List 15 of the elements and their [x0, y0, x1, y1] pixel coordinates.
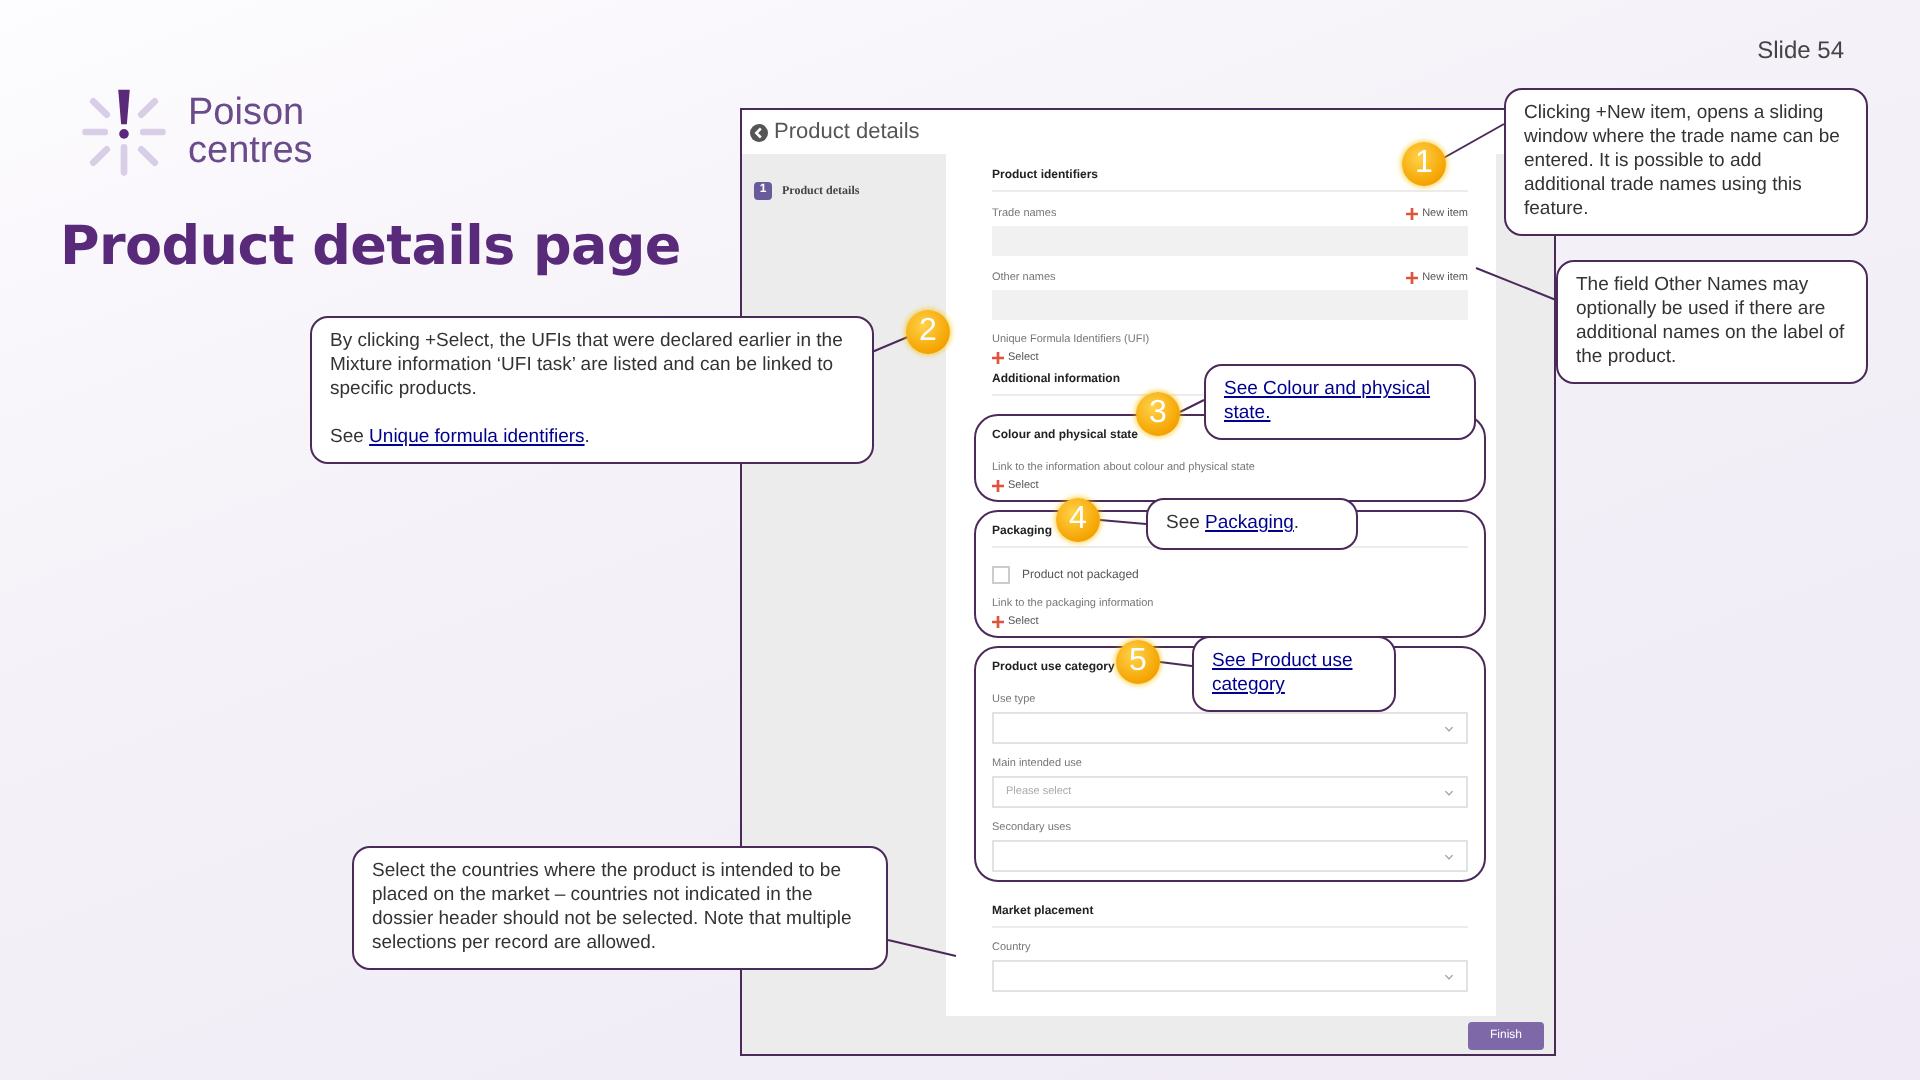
link[interactable]: See Product use category	[1212, 650, 1376, 698]
page-title: Product details	[774, 120, 920, 144]
callout-text: See Packaging.	[1166, 512, 1302, 536]
link[interactable]: Unique formula identifiers	[369, 426, 585, 448]
link[interactable]: See Colour and physical state.	[1224, 378, 1456, 426]
callout-text: The field Other Names may optionally be used if there are additional names on the label of the product.	[1576, 274, 1847, 370]
link[interactable]: Packaging	[1205, 512, 1294, 534]
callout-text: Clicking +New item, opens a sliding window where the trade name can be entered. It is possible to add additional trade names using this feature.	[1524, 102, 1842, 222]
slide-title: Product details page	[60, 216, 681, 278]
logo-text: Poison	[188, 94, 307, 132]
callout-text: By clicking +Select, the UFIs that were declared earlier in the Mixture information ‘UFI task’ are listed and can be linked to specific products.	[330, 330, 845, 402]
logo-text: centres	[188, 132, 313, 170]
callout-text: Select the countries where the product is intended to be placed on the market – countries not indicated in the dossier header should not be selected. Note that multiple selections per record are allowed.	[372, 860, 854, 956]
slide-number: Slide 54	[1757, 36, 1844, 64]
callout-text: See Unique formula identifiers.	[330, 426, 592, 450]
